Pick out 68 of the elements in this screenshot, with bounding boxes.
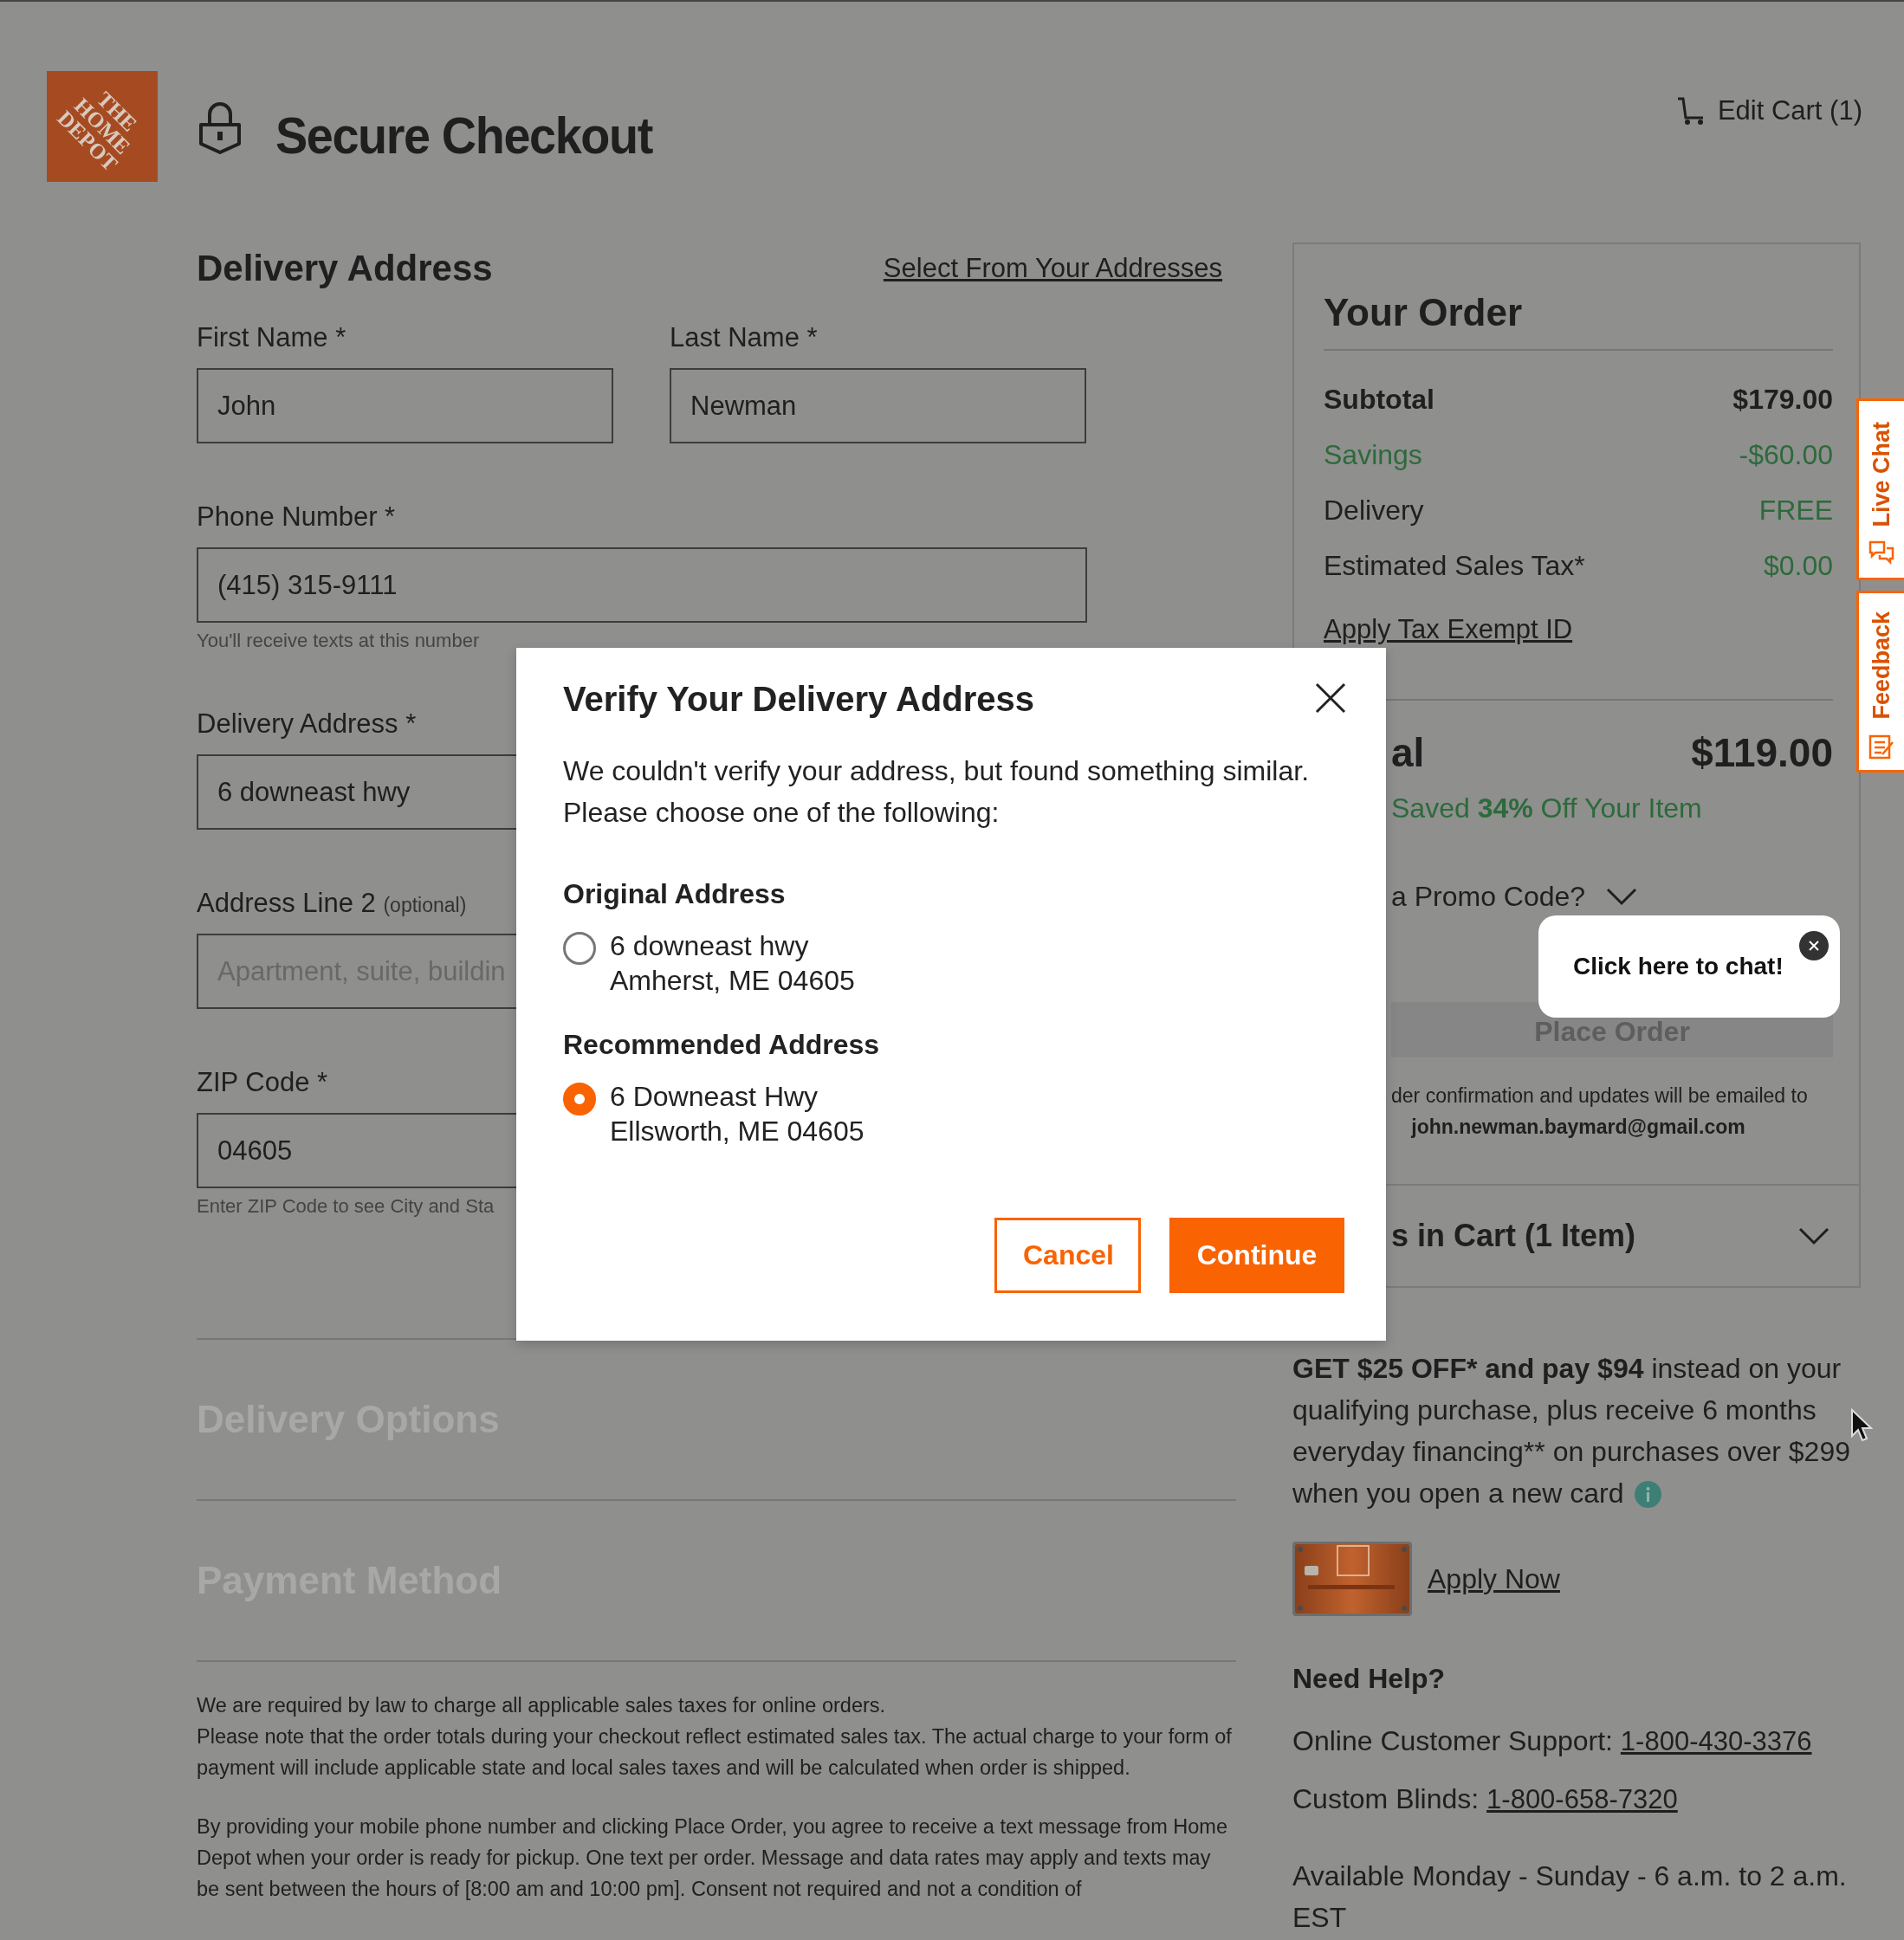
- promo-code-toggle[interactable]: a Promo Code?: [1391, 880, 1586, 913]
- help-label: Online Customer Support:: [1292, 1725, 1613, 1756]
- option-heading: Original Address: [563, 877, 786, 911]
- input-field[interactable]: Newman: [670, 368, 1086, 443]
- summary-label: Subtotal: [1324, 383, 1434, 416]
- total-value: $119.00: [1691, 729, 1833, 776]
- legal-text: We are required by law to charge all applicable sales taxes for online orders.: [197, 1693, 887, 1718]
- summary-value: -$60.00: [1739, 438, 1833, 471]
- total-label: al: [1391, 729, 1425, 776]
- apply-now-link[interactable]: Apply Now: [1428, 1562, 1560, 1595]
- dialog-message: We couldn't verify your address, but found something similar. Please choose one of the following:: [563, 754, 1311, 830]
- cursor-icon: [1850, 1408, 1873, 1443]
- help-label: Custom Blinds:: [1292, 1783, 1480, 1814]
- field-hint: Enter ZIP Code to see City and Sta: [197, 1194, 495, 1219]
- cancel-button[interactable]: Cancel: [994, 1218, 1141, 1293]
- summary-value: $179.00: [1732, 383, 1833, 416]
- address-line: Amherst, ME 04605: [610, 964, 855, 998]
- savings-text: Saved 34% Off Your Item: [1391, 792, 1703, 825]
- live-chat-tab[interactable]: Live Chat: [1856, 398, 1904, 580]
- phone-link[interactable]: 1-800-430-3376: [1620, 1726, 1812, 1756]
- option-heading: Recommended Address: [563, 1028, 880, 1062]
- chevron-down-icon[interactable]: [1606, 887, 1638, 906]
- input-field[interactable]: (415) 315-9111: [197, 547, 1087, 623]
- close-button[interactable]: [1799, 931, 1829, 960]
- chevron-down-icon: [1798, 1226, 1830, 1245]
- close-icon: [1808, 940, 1820, 952]
- close-button[interactable]: [1313, 681, 1348, 715]
- summary-label: Estimated Sales Tax*: [1324, 549, 1585, 582]
- cart-items-heading: s in Cart (1 Item): [1391, 1218, 1636, 1254]
- tax-exempt-link[interactable]: Apply Tax Exempt ID: [1324, 612, 1573, 647]
- field-label: Last Name *: [670, 321, 818, 354]
- field-label: ZIP Code *: [197, 1066, 328, 1099]
- continue-button[interactable]: Continue: [1169, 1218, 1344, 1293]
- legal-text: By providing your mobile phone number and clicking Place Order, you agree to receive a text message from Home Depot when your order is ready for pickup. One text per order. Message and data rates may apply and texts may be sent between the hours of [8:00 am and 10:00 pm]. Consent not required and not a condition of: [197, 1814, 1228, 1902]
- edit-cart-link[interactable]: Edit Cart (1): [1675, 95, 1862, 126]
- legal-text: Please note that the order totals during your checkout reflect estimated sales tax. The actual charge to your form of payment will include applicable state and local sales taxes and will be calculated when order is shipped.: [197, 1724, 1233, 1781]
- field-label: Address Line 2 (optional): [197, 887, 467, 920]
- help-heading: Need Help?: [1292, 1662, 1447, 1696]
- panel-title: Your Order: [1324, 289, 1833, 351]
- chat-prompt-text: Click here to chat!: [1573, 953, 1784, 980]
- dialog-title: Verify Your Delivery Address: [563, 679, 1034, 720]
- address-line: 6 downeast hwy: [610, 929, 810, 963]
- offer-text: GET $25 OFF* and pay $94 instead on your qualifying purchase, plus receive 6 months everyday financing** on purchases over $299 when you open a new card: [1292, 1352, 1851, 1510]
- summary-value: FREE: [1758, 494, 1833, 527]
- field-hint: You'll receive texts at this number: [197, 629, 480, 653]
- page-title: Secure Checkout: [275, 106, 652, 166]
- chat-tooltip[interactable]: Click here to chat!: [1538, 915, 1840, 1018]
- radio-button[interactable]: [563, 932, 596, 965]
- lock-icon: [198, 100, 243, 154]
- input-field[interactable]: John: [197, 368, 613, 443]
- field-label: Phone Number *: [197, 501, 396, 534]
- summary-value: $0.00: [1763, 549, 1833, 582]
- hours-text: Available Monday - Sunday - 6 a.m. to 2 a.m. EST: [1292, 1859, 1848, 1935]
- email-text: john.newman.baymard@gmail.com: [1410, 1115, 1746, 1140]
- field-label: First Name *: [197, 321, 346, 354]
- address-line: Ellsworth, ME 04605: [610, 1115, 865, 1148]
- summary-label: Delivery: [1324, 494, 1424, 527]
- section-heading: Delivery Address: [197, 248, 493, 289]
- summary-label: Savings: [1324, 438, 1422, 471]
- feedback-tab[interactable]: Feedback: [1856, 591, 1904, 773]
- select-address-link[interactable]: Select From Your Addresses: [883, 253, 1222, 284]
- cart-icon: [1675, 96, 1706, 126]
- confirmation-text: der confirmation and updates will be emailed to: [1391, 1083, 1809, 1109]
- address-line: 6 Downeast Hwy: [610, 1080, 819, 1114]
- radio-button[interactable]: [563, 1083, 596, 1116]
- field-label: Delivery Address *: [197, 708, 417, 740]
- phone-link[interactable]: 1-800-658-7320: [1486, 1784, 1678, 1814]
- close-icon: [1313, 681, 1348, 715]
